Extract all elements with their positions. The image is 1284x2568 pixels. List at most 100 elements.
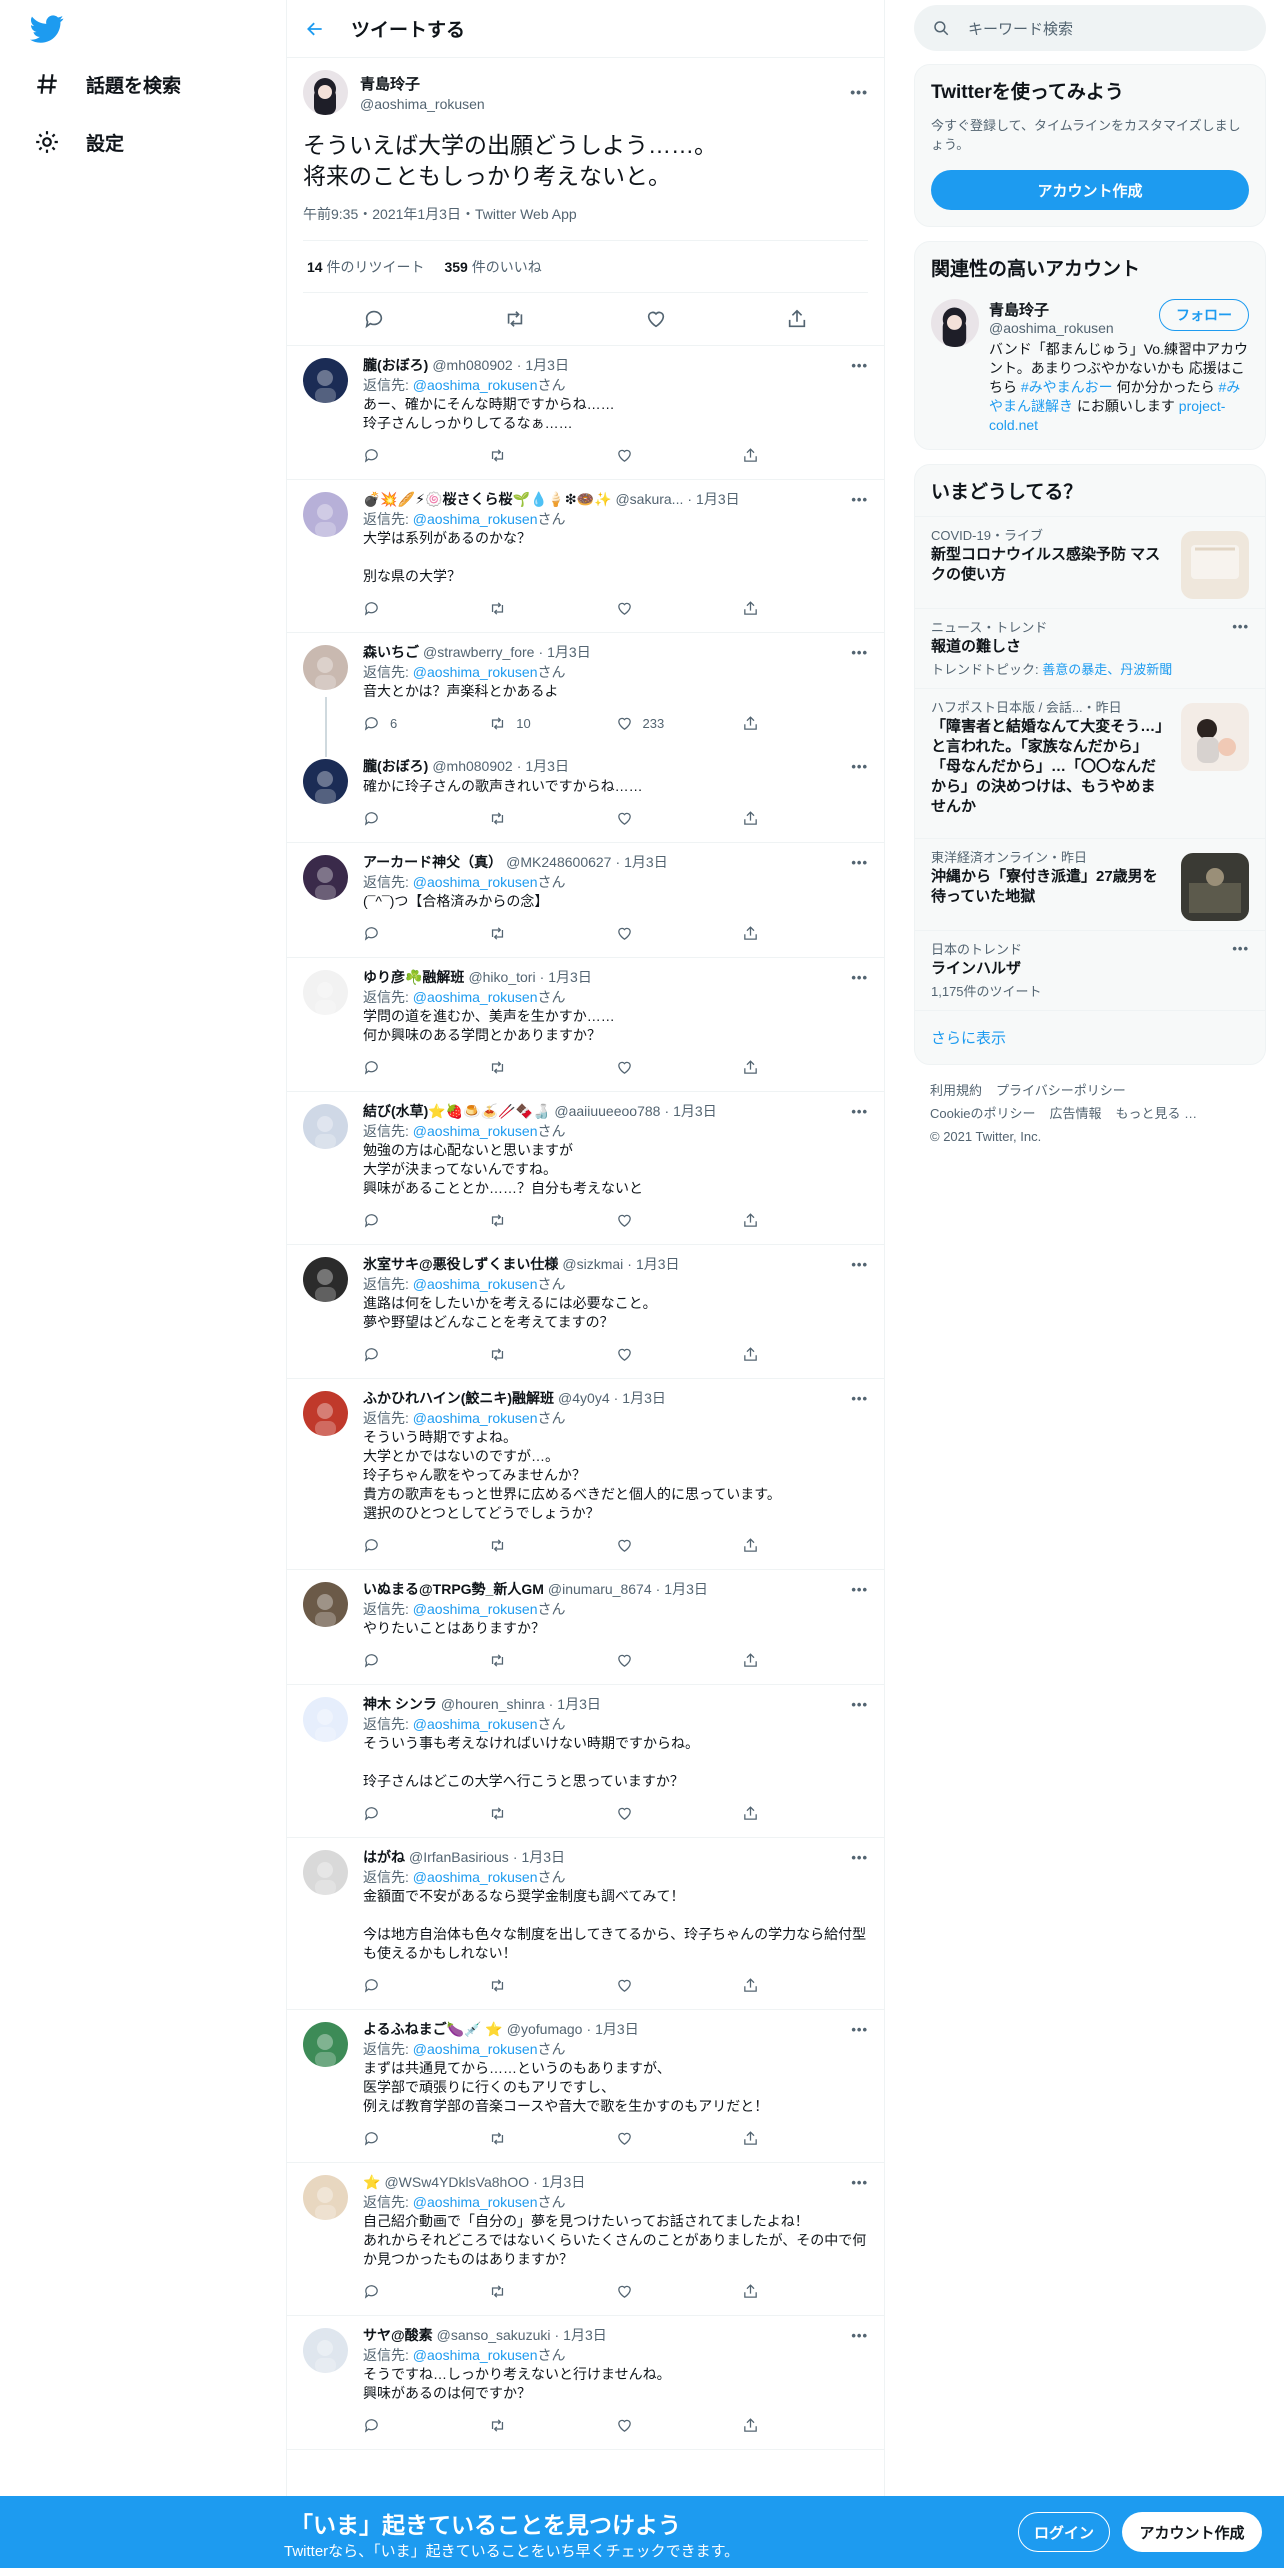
reply-date[interactable]: 1月3日 [542,2172,586,2192]
related-handle[interactable]: @aoshima_rokusen [989,320,1114,336]
reply-author-name[interactable]: 朧(おぼろ) [363,756,428,776]
footer-link[interactable]: 利用規約 [930,1083,982,1098]
reply-tweet[interactable]: ••• アーカード神父（真） @MK248600627 · 1月3日 返信先: @aosh… [287,843,884,958]
trend-item[interactable]: ニュース・トレンド ••• 報道の難しさ トレンドトピック: 善意の暴走、丹波新… [915,608,1265,688]
reply-button[interactable] [363,1977,489,1994]
like-button[interactable] [616,925,742,942]
related-name[interactable]: 青島玲子 [989,299,1114,320]
reply-author-handle[interactable]: @mh080902 [432,758,512,774]
reply-date[interactable]: 1月3日 [557,1694,601,1714]
avatar[interactable] [303,855,348,900]
avatar[interactable] [303,1697,348,1742]
reply-tweet[interactable]: ••• いぬまる@TRPG勢_新人GM @inumaru_8674 · 1月3日 返信先:… [287,1570,884,1685]
retweet-button[interactable] [489,447,615,464]
reply-button[interactable] [363,1346,489,1363]
more-icon[interactable]: ••• [851,2328,868,2343]
like-button[interactable] [616,1059,742,1076]
reply-button[interactable] [363,1805,489,1822]
reply-button[interactable] [363,1059,489,1076]
reply-author-name[interactable]: ゆり彦☘️融解班 [363,967,464,987]
more-icon[interactable]: ••• [851,2022,868,2037]
reply-icon[interactable] [363,308,385,330]
retweet-button[interactable] [489,1805,615,1822]
share-button[interactable] [742,1212,868,1229]
mention-link[interactable]: @aoshima_rokusen [413,2041,538,2057]
reply-button[interactable] [363,925,489,942]
retweet-button[interactable] [489,2130,615,2147]
reply-button[interactable] [363,447,489,464]
reply-button[interactable] [363,1652,489,1669]
mention-link[interactable]: @aoshima_rokusen [413,1869,538,1885]
avatar[interactable] [303,2022,348,2067]
back-arrow-icon[interactable] [305,19,325,39]
avatar[interactable] [303,1257,348,1302]
avatar[interactable] [303,358,348,403]
retweet-icon[interactable] [504,308,526,330]
retweet-button[interactable] [489,2283,615,2300]
retweet-button[interactable] [489,810,615,827]
author-handle[interactable]: @aoshima_rokusen [360,96,850,112]
reply-date[interactable]: 1月3日 [525,355,569,375]
like-button[interactable] [616,2417,742,2434]
reply-tweet[interactable]: ••• よるふねまご🍆💉 ⭐ @yofumago · 1月3日 返信先: @aoshima… [287,2010,884,2163]
more-icon[interactable]: ••• [851,970,868,985]
like-button[interactable] [616,447,742,464]
avatar[interactable] [303,1104,348,1149]
share-button[interactable] [742,1537,868,1554]
more-icon[interactable]: ••• [850,84,868,100]
like-button[interactable] [616,2130,742,2147]
reply-tweet[interactable]: ••• 神木 シンラ @houren_shinra · 1月3日 返信先: @aoshim… [287,1685,884,1838]
reply-author-handle[interactable]: @MK248600627 [506,854,611,870]
twitter-logo-icon[interactable] [30,12,64,46]
like-button[interactable] [616,1805,742,1822]
more-icon[interactable]: ••• [1232,619,1249,634]
reply-author-name[interactable]: いぬまる@TRPG勢_新人GM [363,1579,544,1599]
share-button[interactable] [742,1977,868,1994]
reply-author-handle[interactable]: @aaiiuueeoo788 [554,1103,660,1119]
reply-tweet[interactable]: ••• はがね @IrfanBasirious · 1月3日 返信先: @aoshima_… [287,1838,884,2010]
reply-button[interactable] [363,2130,489,2147]
reply-author-name[interactable]: サヤ@酸素 [363,2325,433,2345]
reply-date[interactable]: 1月3日 [563,2325,607,2345]
reply-author-name[interactable]: 朧(おぼろ) [363,355,428,375]
like-button[interactable] [616,1977,742,1994]
reply-author-handle[interactable]: @sakura... [615,491,683,507]
more-icon[interactable]: ••• [851,358,868,373]
avatar[interactable] [303,1850,348,1895]
share-button[interactable] [742,715,868,732]
reply-button[interactable] [363,2417,489,2434]
reply-author-name[interactable]: 氷室サキ@悪役しずくまい仕様 [363,1254,558,1274]
avatar[interactable] [303,492,348,537]
avatar[interactable] [931,299,979,347]
reply-date[interactable]: 1月3日 [622,1388,666,1408]
like-button[interactable] [616,810,742,827]
show-more-link[interactable]: さらに表示 [915,1010,1265,1064]
reply-date[interactable]: 1月3日 [624,852,668,872]
share-button[interactable] [742,447,868,464]
mention-link[interactable]: @aoshima_rokusen [413,377,538,393]
reply-author-name[interactable]: ふかひれハイン(鮫ニキ)融解班 [363,1388,554,1408]
reply-date[interactable]: 1月3日 [525,756,569,776]
reply-button[interactable]: 6 [363,715,489,732]
related-account[interactable]: 青島玲子 @aoshima_rokusen フォロー バンド「都まんじゅう」Vo… [915,293,1265,449]
trend-item[interactable]: COVID-19・ライブ 新型コロナウイルス感染予防 マスクの使い方 [915,516,1265,608]
reply-author-handle[interactable]: @sanso_sakuzuki [437,2327,551,2343]
nav-settings[interactable]: 設定 [34,122,124,162]
nav-explore[interactable]: 話題を検索 [34,64,181,104]
share-button[interactable] [742,1059,868,1076]
share-button[interactable] [742,1346,868,1363]
more-icon[interactable]: ••• [1232,941,1249,956]
more-icon[interactable]: ••• [851,1697,868,1712]
share-button[interactable] [742,600,868,617]
reply-date[interactable]: 1月3日 [636,1254,680,1274]
mention-link[interactable]: @aoshima_rokusen [413,511,538,527]
reply-date[interactable]: 1月3日 [595,2019,639,2039]
trend-item[interactable]: 東洋経済オンライン・昨日 沖縄から「寮付き派遣」27歳男を待っていた地獄 [915,838,1265,930]
share-button[interactable] [742,2130,868,2147]
avatar[interactable] [303,2328,348,2373]
reply-author-handle[interactable]: @mh080902 [432,357,512,373]
mention-link[interactable]: @aoshima_rokusen [413,1123,538,1139]
mention-link[interactable]: @aoshima_rokusen [413,989,538,1005]
reply-button[interactable] [363,810,489,827]
reply-date[interactable]: 1月3日 [673,1101,717,1121]
